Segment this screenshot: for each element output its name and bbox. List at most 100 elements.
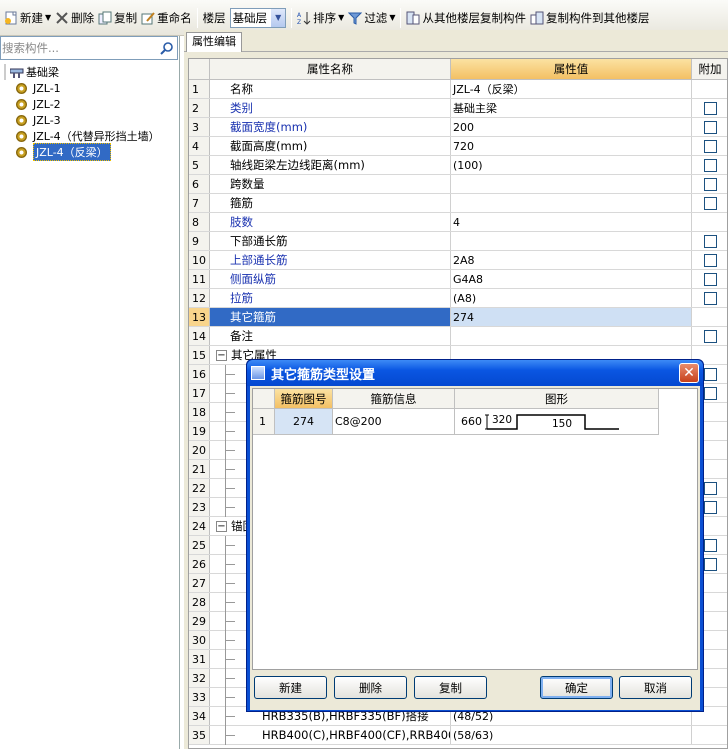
rename-button[interactable]: 重命名: [139, 6, 194, 30]
property-value-cell[interactable]: [451, 175, 692, 193]
extra-checkbox[interactable]: [704, 158, 717, 172]
name-header[interactable]: 属性名称: [210, 59, 451, 79]
extra-checkbox[interactable]: [704, 329, 717, 343]
property-name-cell[interactable]: 轴线距梁左边线距离(mm): [210, 156, 451, 174]
property-row[interactable]: 35 HRB400(C),HRBF400(CF),RRB400(D)搭(58/63…: [189, 726, 727, 745]
extra-header[interactable]: 附加: [692, 59, 727, 79]
property-value-cell[interactable]: 4: [451, 213, 692, 231]
property-name-cell[interactable]: 箍筋: [210, 194, 451, 212]
extra-checkbox[interactable]: [704, 177, 717, 191]
extra-checkbox[interactable]: [704, 272, 717, 286]
stirrup-row[interactable]: 1 274 C8@200 660 320 150: [253, 409, 659, 435]
property-name-cell[interactable]: 名称: [210, 80, 451, 98]
property-row[interactable]: 13 其它箍筋 274: [189, 308, 727, 327]
property-row[interactable]: 10 上部通长筋 2A8: [189, 251, 727, 270]
sort-button[interactable]: AZ 排序 ▼: [295, 6, 346, 30]
code-header[interactable]: 箍筋图号: [275, 389, 333, 408]
property-value-cell[interactable]: [451, 327, 692, 345]
delete-button[interactable]: 删除: [334, 676, 407, 699]
copy-button[interactable]: 复制: [414, 676, 487, 699]
extra-checkbox[interactable]: [704, 386, 717, 400]
property-value-cell[interactable]: (58/63): [451, 726, 692, 744]
close-icon[interactable]: ✕: [679, 363, 699, 383]
property-name-cell[interactable]: 截面高度(mm): [210, 137, 451, 155]
copy-to-other-floor-button[interactable]: 复制构件到其他楼层: [528, 6, 652, 30]
property-value-cell[interactable]: (A8): [451, 289, 692, 307]
property-value-cell[interactable]: (100): [451, 156, 692, 174]
extra-checkbox[interactable]: [704, 481, 717, 495]
property-row[interactable]: 4 截面高度(mm) 720: [189, 137, 727, 156]
property-name-cell[interactable]: 跨数量: [210, 175, 451, 193]
property-row[interactable]: 3 截面宽度(mm) 200: [189, 118, 727, 137]
stirrup-shape-cell[interactable]: 660 320 150: [455, 409, 659, 434]
extra-checkbox[interactable]: [704, 500, 717, 514]
extra-checkbox[interactable]: [704, 291, 717, 305]
property-value-cell[interactable]: 基础主梁: [451, 99, 692, 117]
dialog-titlebar[interactable]: 其它箍筋类型设置: [247, 360, 703, 386]
copy-from-other-floor-button[interactable]: 从其他楼层复制构件: [404, 6, 528, 30]
tree-collapse-icon[interactable]: [0, 64, 10, 80]
property-value-cell[interactable]: G4A8: [451, 270, 692, 288]
value-header[interactable]: 属性值: [451, 59, 692, 79]
property-name-cell[interactable]: 肢数: [210, 213, 451, 231]
property-name-cell[interactable]: 侧面纵筋: [210, 270, 451, 288]
property-value-cell[interactable]: 2A8: [451, 251, 692, 269]
property-row[interactable]: 9 下部通长筋: [189, 232, 727, 251]
extra-checkbox[interactable]: [704, 139, 717, 153]
property-row[interactable]: 6 跨数量: [189, 175, 727, 194]
collapse-icon[interactable]: −: [216, 520, 227, 532]
chevron-down-icon[interactable]: ▼: [271, 8, 286, 27]
property-name-cell[interactable]: 下部通长筋: [210, 232, 451, 250]
stirrup-code-cell[interactable]: 274: [275, 409, 333, 434]
cancel-button[interactable]: 取消: [619, 676, 692, 699]
ok-button[interactable]: 确定: [540, 676, 613, 699]
tree-item[interactable]: JZL-4（代替异形挡土墙）: [0, 128, 180, 144]
search-input[interactable]: 搜索构件...: [1, 40, 157, 56]
filter-button[interactable]: 过滤 ▼: [346, 6, 397, 30]
property-name-cell[interactable]: 类别: [210, 99, 451, 117]
property-value-cell[interactable]: [451, 194, 692, 212]
extra-checkbox[interactable]: [704, 538, 717, 552]
property-row[interactable]: 14 备注: [189, 327, 727, 346]
tab-property-edit[interactable]: 属性编辑: [186, 32, 242, 52]
property-row[interactable]: 8 肢数 4: [189, 213, 727, 232]
extra-checkbox[interactable]: [704, 101, 717, 115]
property-row[interactable]: 5 轴线距梁左边线距离(mm) (100): [189, 156, 727, 175]
property-name-cell[interactable]: 其它箍筋: [210, 308, 451, 326]
tree-item-selected[interactable]: JZL-4（反梁）: [0, 143, 180, 161]
stirrup-info-cell[interactable]: C8@200: [333, 409, 455, 434]
tree-item[interactable]: JZL-3: [0, 112, 180, 128]
collapse-icon[interactable]: −: [216, 349, 227, 361]
info-header[interactable]: 箍筋信息: [333, 389, 455, 408]
property-value-cell[interactable]: 720: [451, 137, 692, 155]
tree-item[interactable]: JZL-2: [0, 96, 180, 112]
extra-checkbox[interactable]: [704, 367, 717, 381]
property-name-cell[interactable]: HRB400(C),HRBF400(CF),RRB400(D)搭: [210, 726, 451, 744]
extra-checkbox[interactable]: [704, 120, 717, 134]
search-icon[interactable]: [157, 38, 177, 58]
property-row[interactable]: 12 拉筋 (A8): [189, 289, 727, 308]
extra-checkbox[interactable]: [704, 253, 717, 267]
tree-item[interactable]: JZL-1: [0, 80, 180, 96]
search-box[interactable]: 搜索构件...: [0, 36, 178, 60]
property-name-cell[interactable]: 拉筋: [210, 289, 451, 307]
extra-checkbox[interactable]: [704, 234, 717, 248]
new-button[interactable]: 新建 ▼: [2, 6, 53, 30]
property-row[interactable]: 11 侧面纵筋 G4A8: [189, 270, 727, 289]
extra-checkbox[interactable]: [704, 196, 717, 210]
property-value-cell[interactable]: [451, 232, 692, 250]
delete-button[interactable]: 删除: [53, 6, 96, 30]
property-name-cell[interactable]: 备注: [210, 327, 451, 345]
property-row[interactable]: 2 类别 基础主梁: [189, 99, 727, 118]
property-value-cell[interactable]: JZL-4（反梁）: [451, 80, 692, 98]
copy-button[interactable]: 复制: [96, 6, 139, 30]
floor-select[interactable]: 基础层 ▼: [229, 7, 287, 28]
new-button[interactable]: 新建: [254, 676, 327, 699]
tree-root[interactable]: 基础梁: [0, 64, 180, 80]
shape-header[interactable]: 图形: [455, 389, 659, 408]
property-row[interactable]: 1 名称 JZL-4（反梁）: [189, 80, 727, 99]
property-row[interactable]: 7 箍筋: [189, 194, 727, 213]
property-name-cell[interactable]: 上部通长筋: [210, 251, 451, 269]
extra-checkbox[interactable]: [704, 557, 717, 571]
property-value-cell[interactable]: 200: [451, 118, 692, 136]
